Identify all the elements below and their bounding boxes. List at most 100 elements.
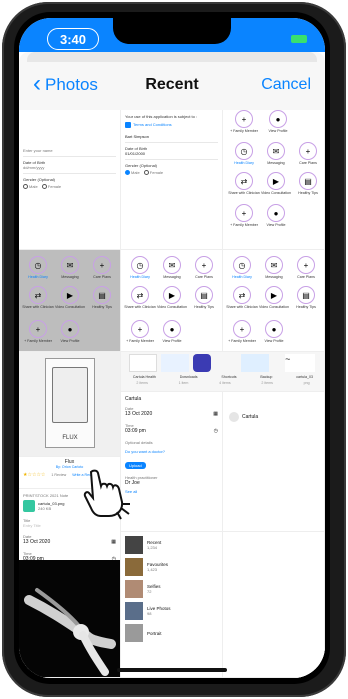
time-value: 03:09 pm xyxy=(125,428,146,434)
sheet-top-edge xyxy=(27,52,317,62)
menu-label: Share with Clinician xyxy=(124,305,156,309)
home-indicator xyxy=(117,668,227,672)
xray-image-thumbnail[interactable] xyxy=(19,560,121,678)
male-option: Male xyxy=(29,184,38,189)
photo-thumbnail[interactable]: Your use of this application is subject … xyxy=(121,110,223,250)
menu-label: View Profile xyxy=(266,223,286,227)
photo-thumbnail[interactable]: FLUX xyxy=(19,352,121,457)
photo-grid: Enter your name Date of Birth dd/mm/yyyy… xyxy=(19,110,325,678)
add-family-icon: + xyxy=(131,320,149,338)
menu-label: Video Consultation xyxy=(260,191,292,195)
album-count: 72 xyxy=(147,589,152,594)
menu-label: Messaging xyxy=(61,275,79,279)
list-item[interactable]: Recent 1,234 xyxy=(125,536,218,554)
menu-label: + Family Member xyxy=(126,339,154,343)
photo-thumbnail[interactable]: Enter your name Date of Birth dd/mm/yyyy… xyxy=(19,110,121,250)
profile-icon: ● xyxy=(269,110,287,128)
album-name: Backup xyxy=(260,375,273,379)
menu-label: + Family Member xyxy=(228,339,256,343)
menu-label: + Family Member xyxy=(24,339,52,343)
list-item[interactable]: Portrait xyxy=(125,624,218,642)
menu-label: Video Consultation xyxy=(156,305,188,309)
gender-label: Gender (Optional) xyxy=(23,177,56,182)
photo-thumbnail[interactable]: Cartula Date 13 Oct 2020 ▦ Time 03:09 pm ◷… xyxy=(121,392,223,532)
share-icon: ⇄ xyxy=(233,286,251,304)
entry-name: Cartula xyxy=(125,396,142,402)
diary-icon: ◷ xyxy=(131,256,149,274)
add-family-icon: + xyxy=(233,320,251,338)
xray-image xyxy=(19,560,120,677)
profile-icon: ● xyxy=(163,320,181,338)
add-family-icon: + xyxy=(235,204,253,222)
tips-icon: ▤ xyxy=(195,286,213,304)
list-item[interactable]: Selfies 72 xyxy=(125,580,218,598)
share-icon: ⇄ xyxy=(29,286,47,304)
menu-label: Health Diary xyxy=(234,161,254,165)
clock-icon: ◷ xyxy=(213,428,218,434)
signature-image: ~ xyxy=(285,354,315,372)
radio-icon xyxy=(41,184,47,190)
avatar xyxy=(229,412,239,422)
photo-thumbnail[interactable]: ◷ Health Diary ✉ Messaging + Care Plans ⇄ Sh… xyxy=(121,250,223,352)
radio-icon xyxy=(125,170,130,176)
calendar-icon: ▦ xyxy=(111,539,116,545)
album-thumbnail xyxy=(125,624,143,642)
diary-icon: ◷ xyxy=(233,256,251,274)
album-thumbnail xyxy=(125,602,143,620)
date-value: 13 Oct 2020 xyxy=(125,411,153,417)
screen: 3:40 ‹ Photos Recent Cancel Enter your n… xyxy=(19,18,325,678)
menu-label: Care Plans xyxy=(195,275,213,279)
album-count: png xyxy=(303,381,310,385)
menu-label: View Profile xyxy=(268,129,288,133)
album-cover xyxy=(241,354,269,372)
album-count: 1,234 xyxy=(147,545,158,550)
diary-icon: ◷ xyxy=(235,142,253,160)
album-thumbnail xyxy=(125,536,143,554)
book-cover: FLUX xyxy=(45,358,95,448)
photo-thumbnail[interactable]: Cartula xyxy=(223,392,325,532)
male-option: Male xyxy=(131,170,140,175)
care-plans-icon: + xyxy=(299,142,317,160)
profile-icon: ● xyxy=(61,320,79,338)
title-placeholder: Entry Title xyxy=(23,523,41,528)
tips-icon: ▤ xyxy=(299,172,317,190)
photo-thumbnail[interactable] xyxy=(223,532,325,678)
terms-link: Terms and Conditions xyxy=(133,122,172,128)
hand-pointer-icon xyxy=(83,469,130,520)
list-item[interactable]: Live Photos 98 xyxy=(125,602,218,620)
cancel-button[interactable]: Cancel xyxy=(261,76,311,94)
female-option: Female xyxy=(149,170,164,175)
status-time: 3:40 xyxy=(47,28,99,50)
photo-thumbnail[interactable]: ◷ Health Diary ✉ Messaging + Care Plans ⇄ Sh… xyxy=(19,250,121,352)
menu-label: Messaging xyxy=(265,275,283,279)
checkbox-icon xyxy=(125,122,131,128)
menu-label: Healthy Tips xyxy=(194,305,214,309)
dob-value: 01/01/2000 xyxy=(125,151,146,156)
menu-label: Health Diary xyxy=(130,275,150,279)
photo-picker-sheet: ‹ Photos Recent Cancel Enter your name D… xyxy=(19,52,325,678)
photo-thumbnail[interactable]: + + Family Member ● View Profile ◷ Health D… xyxy=(223,110,325,250)
menu-label: View Profile xyxy=(162,339,182,343)
video-icon: ▶ xyxy=(61,286,79,304)
doctor-question: Do you want a doctor? xyxy=(125,449,166,454)
divider xyxy=(23,156,116,157)
album-count: 98 xyxy=(147,611,152,616)
review-count: 1 Review xyxy=(51,473,67,477)
optional-details: Optional details xyxy=(125,440,153,445)
album-name: Downloads xyxy=(179,375,198,379)
album-count: 2 items xyxy=(261,381,273,385)
menu-label: Share with Clinician xyxy=(22,305,54,309)
practitioner-value: Dr Joe xyxy=(125,480,140,486)
album-cover xyxy=(129,354,157,372)
message-icon: ✉ xyxy=(265,256,283,274)
menu-label: + Family Member xyxy=(230,223,258,227)
photo-thumbnail[interactable]: ◷ Health Diary ✉ Messaging + Care Plans ⇄ Sh… xyxy=(223,250,325,352)
album-name: Shortcuts xyxy=(221,375,237,379)
add-family-icon: + xyxy=(29,320,47,338)
list-item[interactable]: Favourites 1,423 xyxy=(125,558,218,576)
see-all-link[interactable]: See all xyxy=(125,489,218,494)
menu-label: View Profile xyxy=(264,339,284,343)
menu-label: Video Consultation xyxy=(54,305,86,309)
file-icon xyxy=(23,500,35,512)
album-count: 1,423 xyxy=(147,567,158,572)
